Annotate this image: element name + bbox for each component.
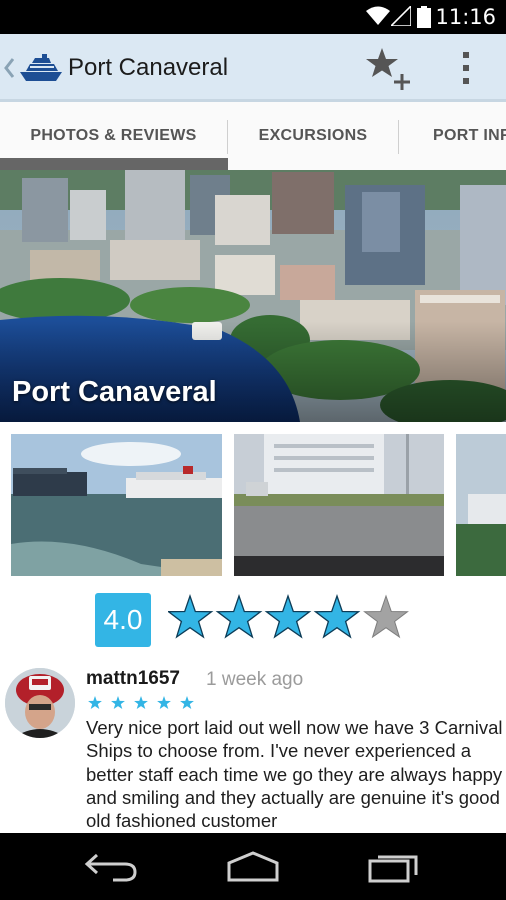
- up-caret-icon[interactable]: [4, 58, 14, 78]
- star-empty-icon: [363, 594, 409, 639]
- cruise-ship-dock-photo[interactable]: [234, 434, 444, 576]
- star-small-icon: [134, 696, 148, 709]
- hero-title: Port Canaveral: [12, 376, 217, 408]
- review-text: Very nice port laid out well now we have…: [86, 717, 503, 832]
- page-title: Port Canaveral: [68, 54, 229, 81]
- battery-icon: [417, 6, 431, 28]
- home-icon[interactable]: [223, 847, 283, 887]
- status-bar: 11:16: [0, 0, 506, 34]
- tab-excursions[interactable]: EXCURSIONS: [228, 102, 398, 170]
- cruise-ship-icon[interactable]: [18, 54, 64, 82]
- rating-stars: [168, 594, 409, 639]
- star-small-icon: [157, 696, 171, 709]
- review-time: 1 week ago: [206, 669, 304, 690]
- photo-strip: [0, 434, 506, 576]
- action-bar: Port Canaveral: [0, 34, 506, 102]
- overflow-menu-icon[interactable]: [454, 48, 478, 88]
- nav-bar: [0, 833, 506, 900]
- star-filled-icon: [264, 594, 312, 639]
- tab-strip: PHOTOS & REVIEWS EXCURSIONS PORT INFO: [0, 102, 506, 170]
- tab-port-info[interactable]: PORT INFO: [399, 102, 506, 170]
- star-small-icon: [180, 696, 194, 709]
- star-small-icon: [111, 696, 125, 709]
- star-filled-icon: [313, 594, 361, 639]
- review-author[interactable]: mattn1657: [86, 668, 180, 690]
- recent-apps-icon[interactable]: [364, 847, 424, 887]
- status-time: 11:16: [435, 5, 496, 29]
- wifi-icon: [366, 6, 390, 25]
- star-filled-icon: [215, 594, 263, 639]
- signal-icon: [391, 6, 411, 26]
- star-filled-icon: [168, 594, 214, 639]
- back-icon[interactable]: [83, 847, 143, 887]
- selected-tab-indicator: [0, 158, 228, 170]
- star-add-icon[interactable]: [365, 46, 415, 90]
- cruise-ships-harbor-photo[interactable]: [11, 434, 222, 576]
- hero-image[interactable]: Port Canaveral: [0, 170, 506, 422]
- star-small-icon: [88, 696, 102, 709]
- review-stars: [88, 696, 194, 709]
- avatar[interactable]: [5, 668, 75, 738]
- cruise-ship-trees-photo[interactable]: [456, 434, 506, 576]
- rating-score: 4.0: [95, 593, 151, 647]
